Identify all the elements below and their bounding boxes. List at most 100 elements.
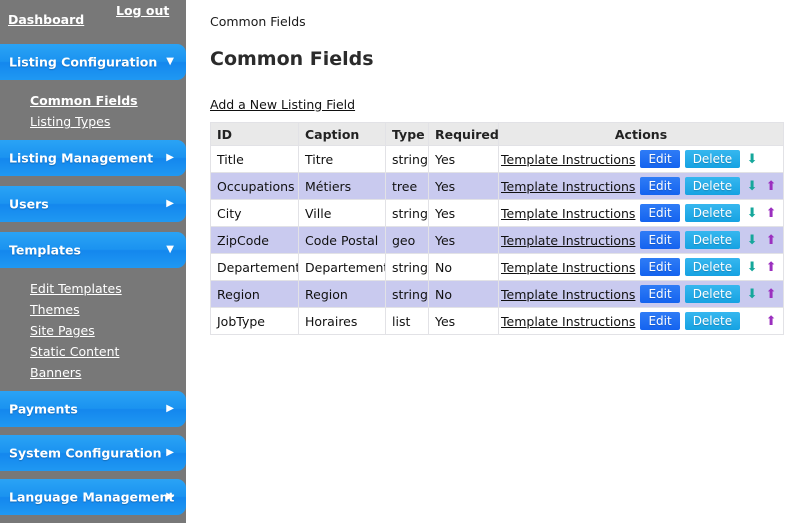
submenu-listing-configuration: Common Fields Listing Types xyxy=(0,80,186,140)
sidebar-item-listing-types[interactable]: Listing Types xyxy=(0,111,186,132)
sidebar-top-links: Dashboard Log out xyxy=(0,0,186,44)
sidebar-item-common-fields[interactable]: Common Fields xyxy=(0,90,186,111)
sidebar-menu-label: Language Management xyxy=(9,489,175,505)
row-actions: Template Instructions EditDelete⬇ ⬆ xyxy=(500,282,780,307)
page-title: Common Fields xyxy=(210,48,374,70)
template-instructions-link[interactable]: Template Instructions xyxy=(501,233,635,248)
chevron-right-icon: ▶ xyxy=(166,152,174,163)
chevron-down-icon: ▼ xyxy=(166,244,174,255)
arrow-up-icon[interactable]: ⬆ xyxy=(764,258,778,276)
cell-actions: Template Instructions EditDelete⬇ ⬆ xyxy=(498,280,784,308)
cell-type: string xyxy=(385,145,429,173)
arrow-down-icon[interactable]: ⬇ xyxy=(745,177,759,195)
row-actions: Template Instructions EditDelete⬇ ⬆ xyxy=(500,201,780,226)
delete-button[interactable]: Delete xyxy=(684,312,741,330)
sidebar-menu-language-management[interactable]: Language Management ▶ xyxy=(0,479,186,515)
row-actions: Template Instructions EditDelete⬇ ⬆ xyxy=(500,174,780,199)
arrow-down-icon[interactable]: ⬇ xyxy=(745,258,759,276)
chevron-right-icon: ▶ xyxy=(166,491,174,502)
table-row: Occupations Métiers tree Yes Template Instru… xyxy=(210,172,784,200)
row-actions: Template InstructionsEditDelete⬇⬆ xyxy=(500,147,780,172)
sidebar-item-banners[interactable]: Banners xyxy=(0,362,186,383)
cell-type: list xyxy=(385,307,429,335)
column-header-id: ID xyxy=(210,122,299,146)
edit-button[interactable]: Edit xyxy=(640,312,680,330)
cell-caption: Titre xyxy=(298,145,386,173)
sidebar-menu-listing-configuration[interactable]: Listing Configuration ▼ xyxy=(0,44,186,80)
template-instructions-link[interactable]: Template Instructions xyxy=(501,206,635,221)
template-instructions-link[interactable]: Template Instructions xyxy=(501,287,635,302)
column-header-actions: Actions xyxy=(498,122,784,146)
edit-button[interactable]: Edit xyxy=(640,285,680,303)
edit-button[interactable]: Edit xyxy=(640,177,680,195)
cell-required: Yes xyxy=(428,199,499,227)
common-fields-table: ID Caption Type Required Actions Title Ti… xyxy=(210,122,784,335)
cell-id: Occupations xyxy=(210,172,299,200)
arrow-down-icon[interactable]: ⬇ xyxy=(745,285,759,303)
chevron-right-icon: ▶ xyxy=(166,403,174,414)
arrow-up-icon[interactable]: ⬆ xyxy=(764,231,778,249)
arrow-up-icon[interactable]: ⬆ xyxy=(764,312,778,330)
sidebar-menu-system-configuration[interactable]: System Configuration ▶ xyxy=(0,435,186,471)
sidebar-item-edit-templates[interactable]: Edit Templates xyxy=(0,278,186,299)
edit-button[interactable]: Edit xyxy=(640,204,680,222)
cell-type: tree xyxy=(385,172,429,200)
arrow-down-icon[interactable]: ⬇ xyxy=(745,231,759,249)
table-row: ZipCode Code Postal geo Yes Template Instruc… xyxy=(210,226,784,254)
delete-button[interactable]: Delete xyxy=(684,204,741,222)
sidebar-menu-templates[interactable]: Templates ▼ xyxy=(0,232,186,268)
template-instructions-link[interactable]: Template Instructions xyxy=(501,260,635,275)
edit-button[interactable]: Edit xyxy=(640,258,680,276)
dashboard-link[interactable]: Dashboard xyxy=(8,12,84,27)
cell-actions: Template Instructions EditDelete⬇ ⬆ xyxy=(498,199,784,227)
admin-page: Dashboard Log out Listing Configuration … xyxy=(0,0,789,523)
arrow-up-icon[interactable]: ⬆ xyxy=(764,204,778,222)
column-header-required: Required xyxy=(428,122,499,146)
sidebar: Dashboard Log out Listing Configuration … xyxy=(0,0,186,523)
cell-type: string xyxy=(385,199,429,227)
sidebar-menu-label: Listing Configuration xyxy=(9,54,158,70)
template-instructions-link[interactable]: Template Instructions xyxy=(501,314,635,329)
cell-required: No xyxy=(428,280,499,308)
sidebar-menu-users[interactable]: Users ▶ xyxy=(0,186,186,222)
sidebar-item-themes[interactable]: Themes xyxy=(0,299,186,320)
delete-button[interactable]: Delete xyxy=(684,258,741,276)
column-header-type: Type xyxy=(385,122,429,146)
add-new-listing-field-link[interactable]: Add a New Listing Field xyxy=(210,97,355,112)
row-actions: Template InstructionsEditDelete⬇⬆ xyxy=(500,309,780,334)
cell-id: JobType xyxy=(210,307,299,335)
arrow-down-icon[interactable]: ⬇ xyxy=(745,204,759,222)
template-instructions-link[interactable]: Template Instructions xyxy=(501,152,635,167)
edit-button[interactable]: Edit xyxy=(640,150,680,168)
delete-button[interactable]: Delete xyxy=(684,177,741,195)
cell-actions: Template InstructionsEditDelete⬇⬆ xyxy=(498,145,784,173)
sidebar-menu-listing-management[interactable]: Listing Management ▶ xyxy=(0,140,186,176)
chevron-right-icon: ▶ xyxy=(166,198,174,209)
logout-link[interactable]: Log out xyxy=(116,3,169,18)
cell-actions: Template Instructions EditDelete⬇ ⬆ xyxy=(498,172,784,200)
sidebar-item-site-pages[interactable]: Site Pages xyxy=(0,320,186,341)
chevron-down-icon: ▼ xyxy=(166,56,174,67)
breadcrumb: Common Fields xyxy=(210,14,306,29)
cell-required: Yes xyxy=(428,172,499,200)
arrow-up-icon[interactable]: ⬆ xyxy=(764,177,778,195)
delete-button[interactable]: Delete xyxy=(684,285,741,303)
sidebar-item-static-content[interactable]: Static Content xyxy=(0,341,186,362)
arrow-down-icon[interactable]: ⬇ xyxy=(745,150,759,168)
main-content: Common Fields Common Fields Add a New Li… xyxy=(186,0,789,523)
table-row: Title Titre string Yes Template Instructions… xyxy=(210,145,784,173)
edit-button[interactable]: Edit xyxy=(640,231,680,249)
cell-id: ZipCode xyxy=(210,226,299,254)
sidebar-menu-label: Templates xyxy=(9,242,81,258)
cell-required: Yes xyxy=(428,307,499,335)
table-head: ID Caption Type Required Actions xyxy=(210,122,784,146)
sidebar-menu-label: Listing Management xyxy=(9,150,154,166)
template-instructions-link[interactable]: Template Instructions xyxy=(501,179,635,194)
delete-button[interactable]: Delete xyxy=(684,150,741,168)
sidebar-menu-payments[interactable]: Payments ▶ xyxy=(0,391,186,427)
delete-button[interactable]: Delete xyxy=(684,231,741,249)
arrow-up-icon[interactable]: ⬆ xyxy=(764,285,778,303)
sidebar-menu-label: Payments xyxy=(9,401,78,417)
